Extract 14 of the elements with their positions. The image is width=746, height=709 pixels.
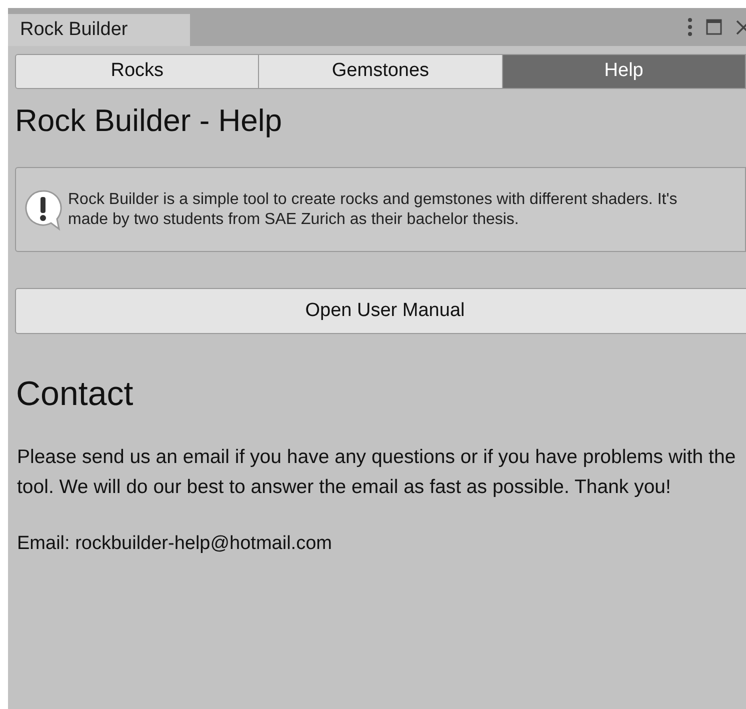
page-heading: Rock Builder - Help [15,102,284,140]
close-icon[interactable] [736,19,746,35]
open-manual-button[interactable]: Open User Manual [15,288,746,334]
maximize-icon[interactable] [706,19,722,35]
email-text: Email: rockbuilder-help@hotmail.com [17,532,333,556]
tab[interactable]: Gemstones [259,55,503,88]
exclamation-icon [24,188,62,230]
section-heading: Contact [16,374,134,415]
tab[interactable]: Help [502,55,745,88]
tab[interactable]: Rocks [16,55,260,88]
info-text: Rock Builder is a simple tool to create rocks and gemstones with different shaders. It's made by two students from SAE Zurich as their bachelor thesis. [68,190,678,230]
more-icon[interactable] [688,18,692,36]
contact-paragraph: Please send us an email if you have any questions or if you have problems with the tool. We will do our best to answer the email as fast as possible. Thank you! [17,445,737,500]
window-tab[interactable]: Rock Builder [8,14,190,46]
